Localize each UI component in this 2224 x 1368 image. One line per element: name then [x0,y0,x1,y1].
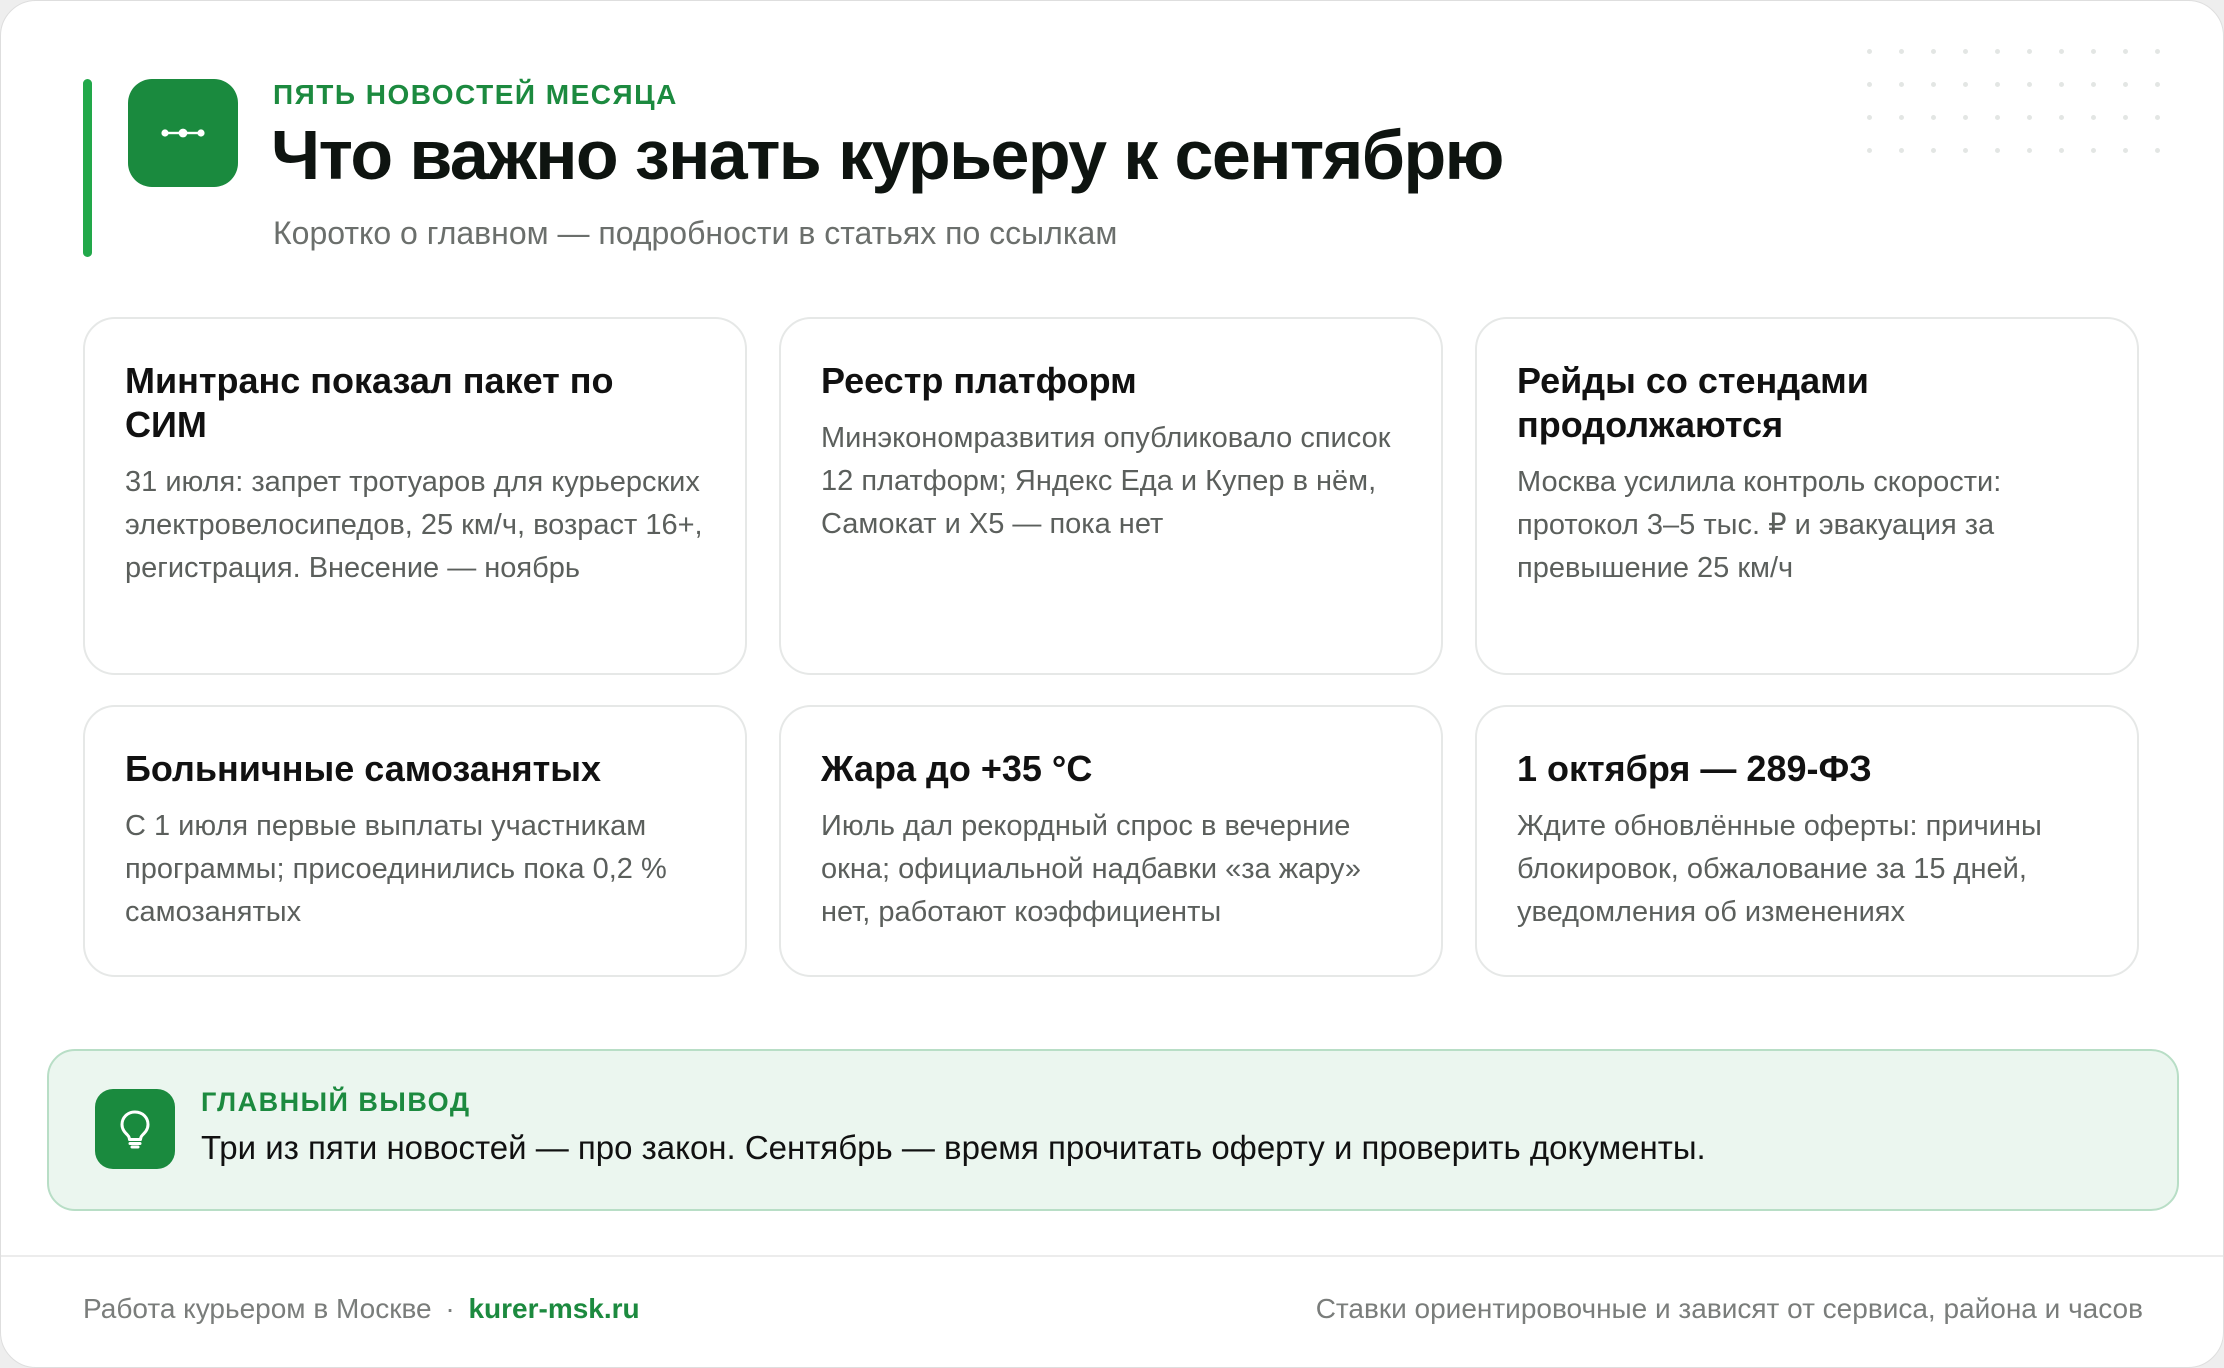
news-card-heat[interactable]: Жара до +35 °C Июль дал рекордный спрос … [779,705,1443,977]
footer-site-link[interactable]: kurer-msk.ru [468,1293,639,1324]
card-text: Минэкономразвития опубликовало список 12… [821,422,1391,540]
route-dots-icon [161,128,205,138]
card-title: Больничные самозанятых [125,748,601,789]
news-card-289-fz[interactable]: 1 октября — 289-ФЗ Ждите обновлённые офе… [1475,705,2139,977]
footer-disclaimer: Ставки ориентировочные и зависят от серв… [1315,1293,2143,1324]
news-card-sick-pay[interactable]: Больничные самозанятых С 1 июля первые в… [83,705,747,977]
logo [128,79,238,187]
news-digest-card: ПЯТЬ НОВОСТЕЙ МЕСЯЦА Что важно знать кур… [0,0,2224,1368]
accent-bar [83,79,92,257]
card-title: Минтранс показал пакет по СИМ [125,360,614,445]
eyebrow-label: ПЯТЬ НОВОСТЕЙ МЕСЯЦА [273,79,678,110]
card-title: Рейды со стендами продолжаются [1517,360,1869,445]
card-text: Москва усилила контроль скорости: проток… [1517,466,2002,584]
card-text: 31 июля: запрет тротуаров для курьерских… [125,466,703,584]
footer-separator: · [445,1293,455,1324]
card-title: Реестр платформ [821,360,1137,401]
footer-divider [1,1255,2223,1257]
card-title: Жара до +35 °C [821,748,1093,789]
page-title: Что важно знать курьеру к сентябрю [271,116,1504,194]
news-card-platform-registry[interactable]: Реестр платформ Минэкономразвития опубли… [779,317,1443,675]
decorative-dot-grid [1867,49,2161,153]
takeaway-label: ГЛАВНЫЙ ВЫВОД [201,1087,471,1117]
page-subtitle: Коротко о главном — подробности в статья… [273,215,1118,251]
takeaway-text: Три из пяти новостей — про закон. Сентяб… [201,1129,1706,1166]
main-takeaway-panel: ГЛАВНЫЙ ВЫВОД Три из пяти новостей — про… [47,1049,2179,1211]
card-title: 1 октября — 289-ФЗ [1517,748,1872,789]
news-card-sim-package[interactable]: Минтранс показал пакет по СИМ 31 июля: з… [83,317,747,675]
footer-source: Работа курьером в Москве · kurer-msk.ru [83,1293,640,1325]
lightbulb-icon [95,1089,175,1169]
footer-source-text: Работа курьером в Москве [83,1293,432,1324]
card-text: Июль дал рекордный спрос в вечерние окна… [821,810,1362,928]
card-text: Ждите обновлённые оферты: причины блокир… [1517,810,2042,928]
card-text: С 1 июля первые выплаты участникам прогр… [125,810,667,928]
news-card-speed-raids[interactable]: Рейды со стендами продолжаются Москва ус… [1475,317,2139,675]
